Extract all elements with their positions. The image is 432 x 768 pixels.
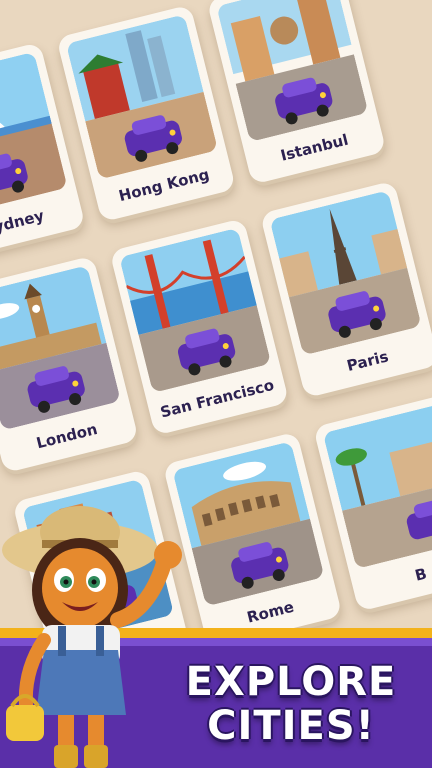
headline-line-2: CITIES! xyxy=(207,703,375,749)
city-image-london xyxy=(0,265,121,431)
city-card-san-francisco[interactable]: San Francisco xyxy=(109,218,290,436)
game-screen: Sydney Hong Kong Istanbul London San Fra… xyxy=(0,0,432,768)
city-image-paris xyxy=(269,190,422,356)
city-card-paris[interactable]: Paris xyxy=(259,180,432,399)
city-image-san-francisco xyxy=(119,227,272,394)
explore-cities-headline: EXPLORE CITIES! xyxy=(150,660,432,748)
city-image-istanbul xyxy=(216,0,369,143)
city-label-sydney: Sydney xyxy=(0,206,46,239)
city-card-istanbul[interactable]: Istanbul xyxy=(206,0,387,185)
city-image-hong-kong xyxy=(65,14,219,180)
city-image-barcelona xyxy=(322,403,432,570)
city-image-sydney xyxy=(0,51,68,218)
headline-line-1: EXPLORE xyxy=(185,659,397,705)
city-card-hong-kong[interactable]: Hong Kong xyxy=(56,4,237,223)
